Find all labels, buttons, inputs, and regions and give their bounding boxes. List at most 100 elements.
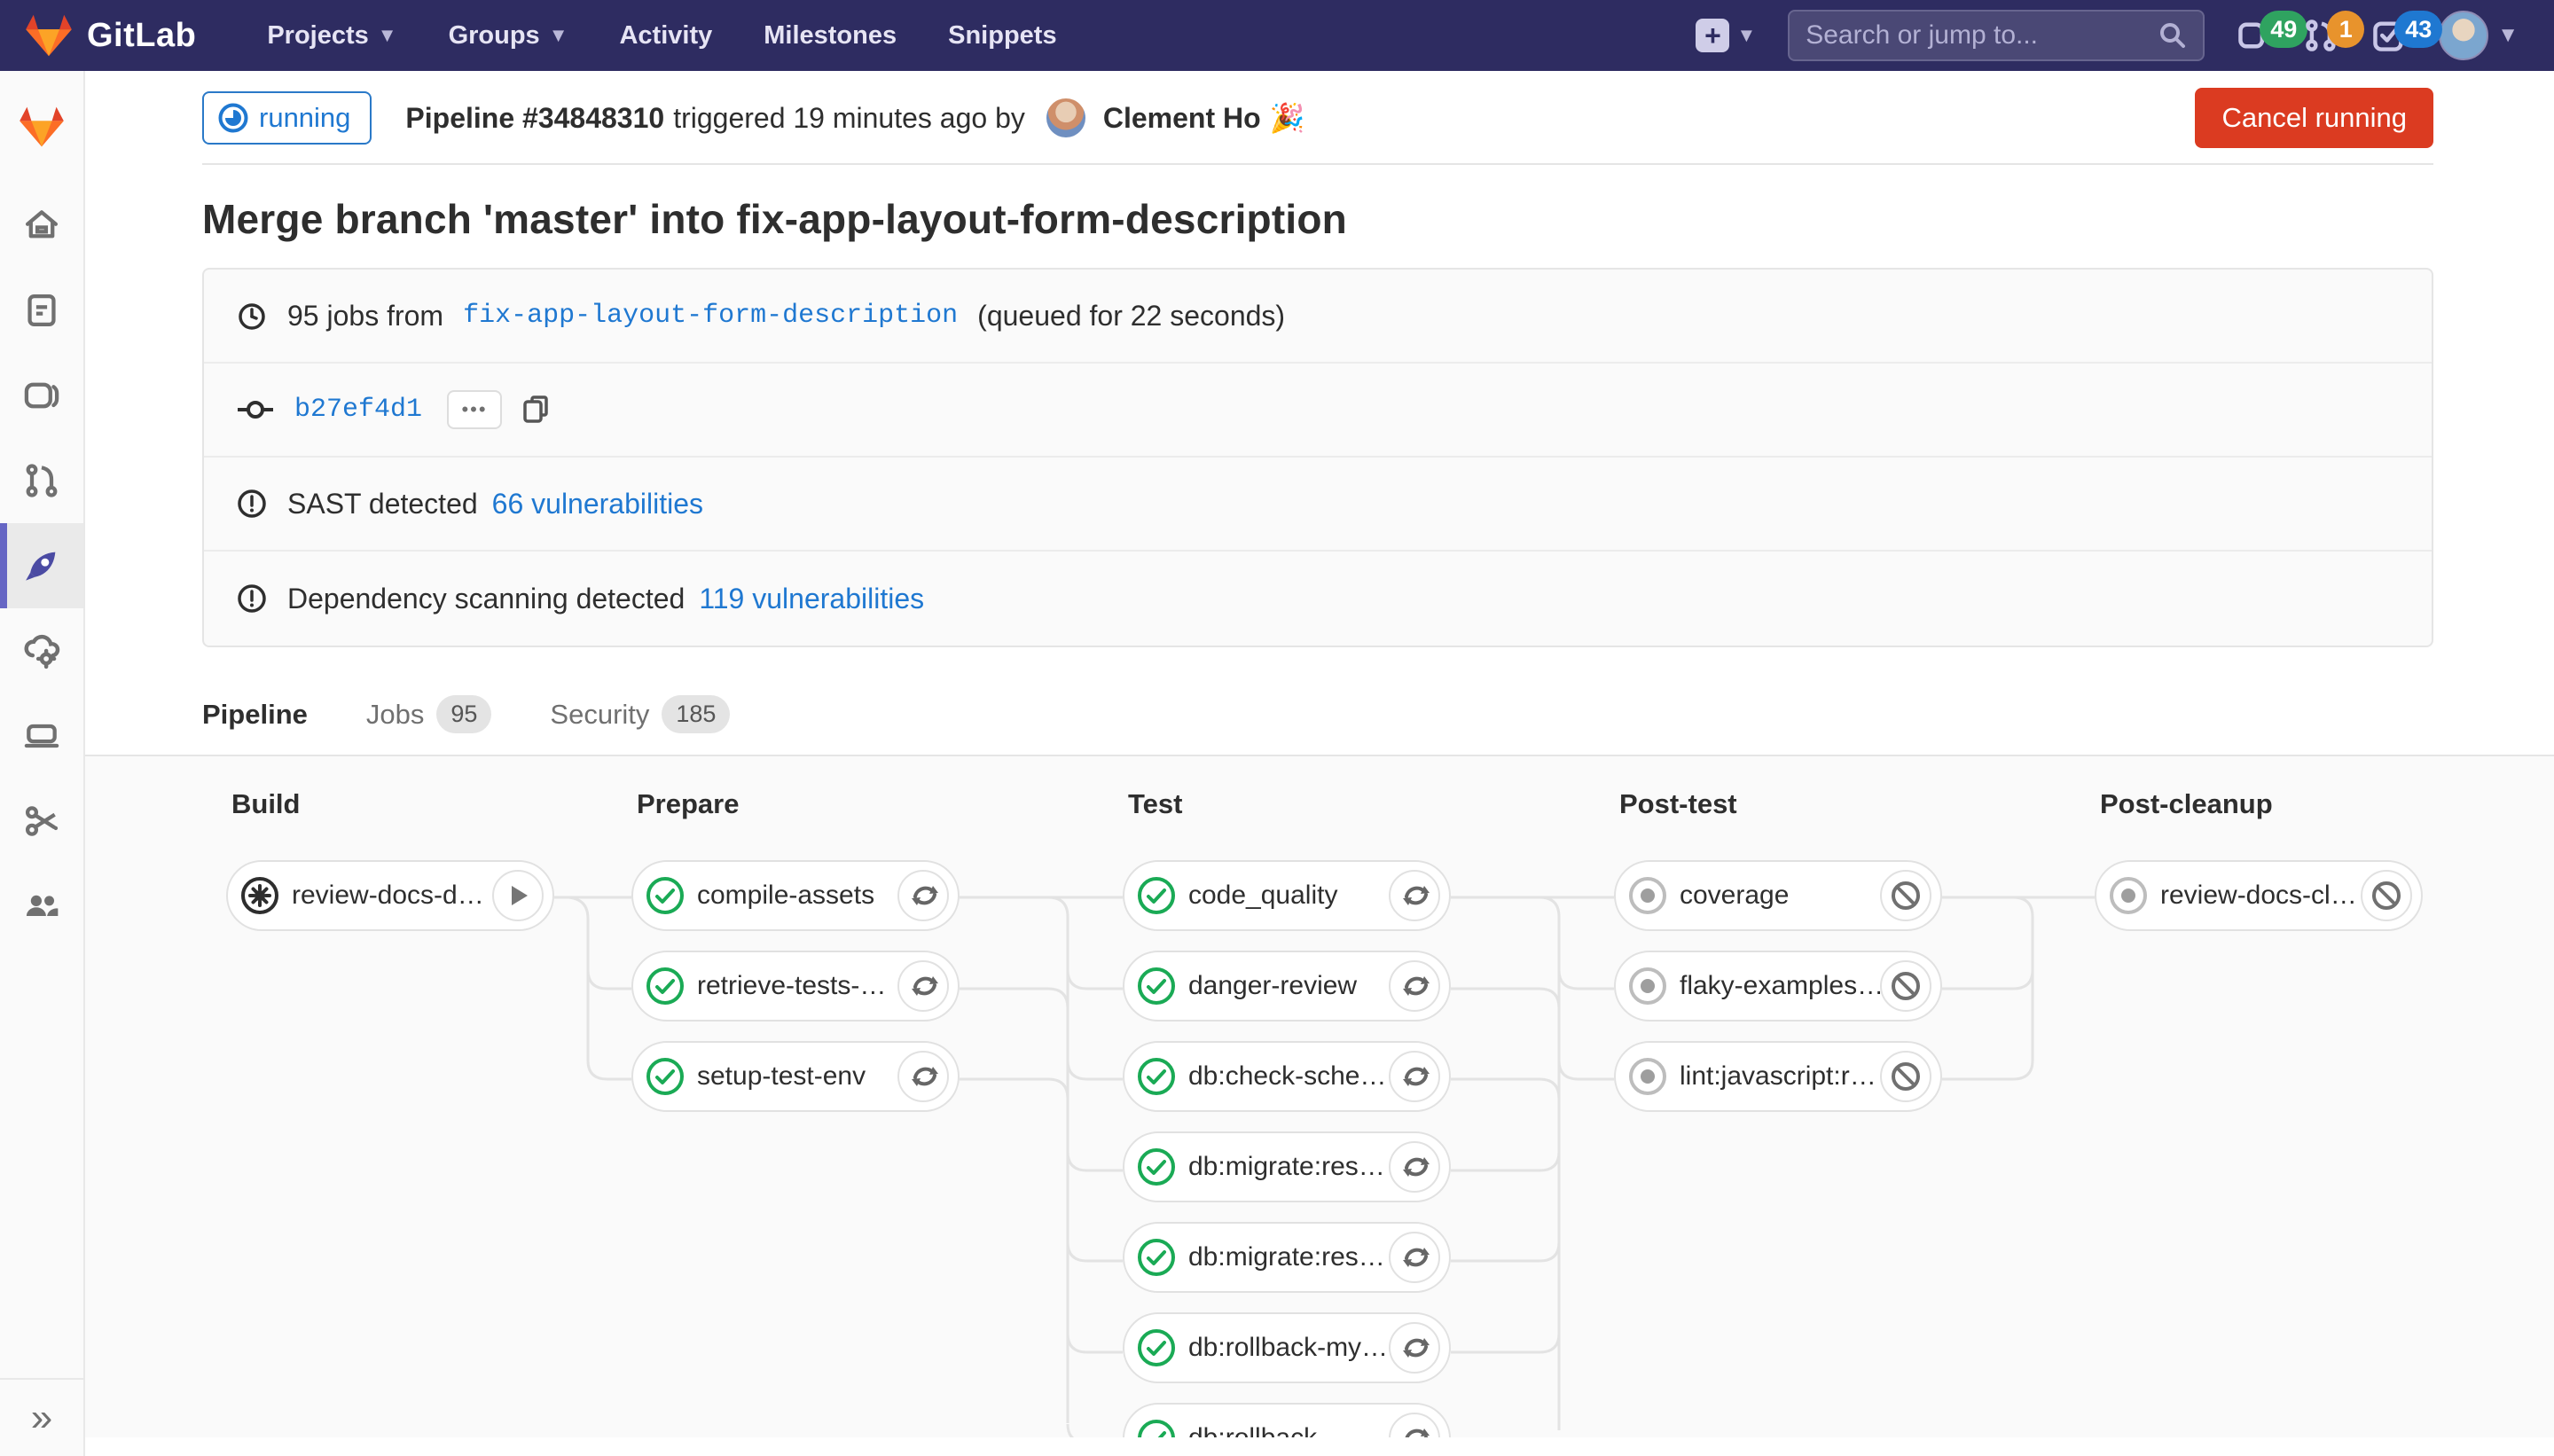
stage-name: Post-test [1619,788,1942,820]
commit-sha-link[interactable]: b27ef4d1 [294,395,422,425]
nav-link-groups[interactable]: Groups▼ [449,21,568,51]
clock-icon [236,300,268,332]
sidebar-project-avatar[interactable] [0,71,83,183]
retry-job-button[interactable] [897,870,949,921]
sidebar-item-members[interactable] [0,864,83,949]
job-coverage[interactable]: coverage [1614,860,1942,931]
retry-job-button[interactable] [1389,960,1440,1012]
stage-prepare: Prepare compile-assets retrieve-tests-… [631,788,960,1112]
sidebar-item-project-overview[interactable] [0,183,83,268]
created-status-icon [1628,1057,1667,1096]
chevron-down-icon: ▼ [1736,24,1756,47]
retry-job-button[interactable] [1389,1051,1440,1102]
job-review-docs-deploy[interactable]: review-docs-d… [226,860,554,931]
stage-test: Test code_quality danger-review db: [1123,788,1451,1437]
retry-job-button[interactable] [897,1051,949,1102]
issues-counter[interactable]: 49 [2237,18,2272,53]
retry-job-button[interactable] [1389,1413,1440,1437]
job-compile-assets[interactable]: compile-assets [631,860,960,931]
new-menu-button[interactable]: + ▼ [1696,19,1756,52]
tab-pipeline[interactable]: Pipeline [202,695,308,762]
page-title: Merge branch 'master' into fix-app-layou… [202,195,2433,243]
tab-jobs[interactable]: Jobs95 [366,695,492,755]
play-job-button[interactable] [492,870,544,921]
sidebar-item-snippets[interactable] [0,779,83,864]
cancel-running-button[interactable]: Cancel running [2195,88,2433,148]
sidebar-item-merge-requests[interactable] [0,438,83,523]
cancel-job-button[interactable] [1880,960,1931,1012]
search-icon [2158,21,2187,50]
pipeline-status-badge[interactable]: running [202,91,372,145]
search-input[interactable] [1806,20,2158,51]
cancel-job-button[interactable] [2361,870,2412,921]
retry-job-button[interactable] [1389,1232,1440,1283]
trigger-user-name[interactable]: Clement Ho [1103,102,1261,135]
user-menu[interactable]: ▼ [2439,11,2519,60]
retry-job-button[interactable] [1389,1141,1440,1193]
cancel-job-button[interactable] [1880,1051,1931,1102]
tab-security[interactable]: Security185 [550,695,730,755]
stage-name: Build [231,788,554,820]
retry-job-button[interactable] [1389,870,1440,921]
job-review-docs-cleanup[interactable]: review-docs-cl… [2095,860,2423,931]
chevron-down-icon: ▼ [378,24,397,47]
todos-counter[interactable]: 43 [2371,18,2407,53]
gitlab-home-link[interactable]: GitLab [25,13,196,58]
job-setup-test-env[interactable]: setup-test-env [631,1041,960,1112]
sidebar-item-operations[interactable] [0,608,83,693]
copy-commit-button[interactable] [521,394,552,426]
dependency-vulnerabilities-link[interactable]: 119 vulnerabilities [699,583,924,615]
merge-requests-counter[interactable]: 1 [2304,18,2339,53]
global-search[interactable] [1788,10,2205,61]
ban-icon [1890,970,1922,1002]
cancel-job-button[interactable] [1880,870,1931,921]
sast-vulnerabilities-link[interactable]: 66 vulnerabilities [492,488,703,521]
retry-icon [1398,1241,1431,1274]
commit-message-expander[interactable]: ••• [447,390,502,429]
success-status-icon [646,1057,685,1096]
success-status-icon [1137,876,1176,915]
brand-name: GitLab [87,17,196,55]
sidebar-collapse-toggle[interactable]: » [0,1378,83,1456]
sidebar-item-ci-cd[interactable] [0,523,83,608]
manual-status-icon [240,876,279,915]
job-code-quality[interactable]: code_quality [1123,860,1451,931]
success-status-icon [1137,1147,1176,1186]
retry-job-button[interactable] [897,960,949,1012]
sast-row: SAST detected 66 vulnerabilities [204,458,2432,552]
stage-name: Test [1128,788,1451,820]
job-db-rollback-mysql[interactable]: db:rollback-my… [1123,1312,1451,1383]
success-status-icon [1137,1238,1176,1277]
project-sidebar: » [0,71,85,1456]
trigger-user-avatar[interactable] [1046,98,1085,137]
job-db-check-schema[interactable]: db:check-sche… [1123,1041,1451,1112]
nav-link-milestones[interactable]: Milestones [764,21,897,51]
sidebar-item-issues[interactable] [0,353,83,438]
copy-icon [521,394,552,426]
retry-icon [1398,1150,1431,1184]
triggered-text: triggered 19 minutes ago by [673,102,1025,135]
nav-link-projects[interactable]: Projects▼ [267,21,396,51]
chevron-down-icon: ▼ [549,24,568,47]
job-flaky-examples[interactable]: flaky-examples… [1614,951,1942,1022]
job-lint-javascript-report[interactable]: lint:javascript:r… [1614,1041,1942,1112]
success-status-icon [646,876,685,915]
job-danger-review[interactable]: danger-review [1123,951,1451,1022]
created-status-icon [1628,876,1667,915]
job-db-rollback-partial[interactable]: db:rollback… [1123,1403,1451,1437]
job-retrieve-tests[interactable]: retrieve-tests-… [631,951,960,1022]
rocket-icon [21,545,62,586]
branch-link[interactable]: fix-app-layout-form-description [463,301,958,331]
container-registry-icon [22,716,61,755]
sidebar-item-registry[interactable] [0,693,83,779]
jobs-summary-row: 95 jobs from fix-app-layout-form-descrip… [204,270,2432,364]
job-db-migrate-reset-2[interactable]: db:migrate:res… [1123,1222,1451,1293]
nav-link-snippets[interactable]: Snippets [948,21,1056,51]
retry-icon [1398,1331,1431,1365]
nav-link-activity[interactable]: Activity [619,21,712,51]
job-db-migrate-reset-1[interactable]: db:migrate:res… [1123,1131,1451,1202]
sidebar-item-repository[interactable] [0,268,83,353]
gitlab-logo-icon [25,13,73,58]
retry-job-button[interactable] [1389,1322,1440,1374]
people-icon [22,887,61,926]
